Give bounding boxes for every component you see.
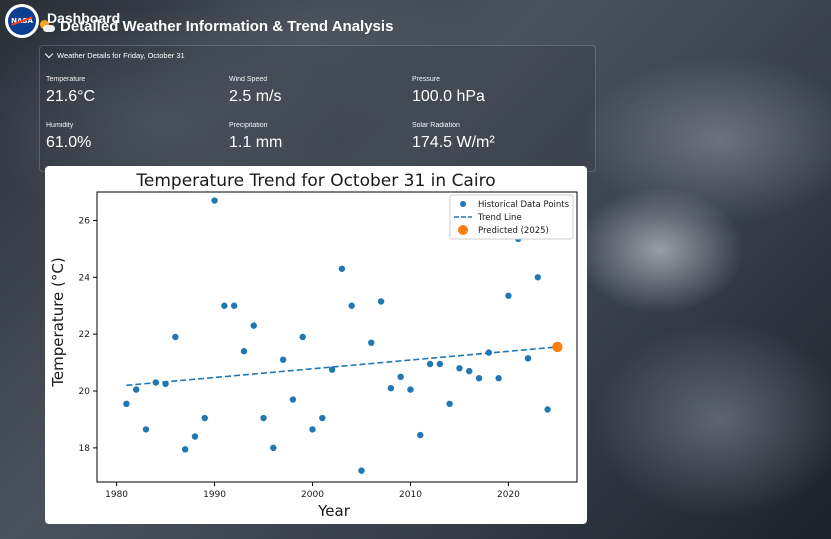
historical-data-point <box>505 292 512 299</box>
page-title: Detailed Weather Information & Trend Ana… <box>40 18 393 35</box>
historical-data-point <box>221 302 228 309</box>
historical-data-point <box>279 356 287 363</box>
y-tick-label: 24 <box>79 273 91 283</box>
metric-value: 61.0% <box>46 134 92 151</box>
historical-data-point <box>211 197 218 204</box>
page-title-text: Detailed Weather Information & Trend Ana… <box>60 18 394 35</box>
temperature-trend-chart: Temperature Trend for October 31 in Cair… <box>45 166 587 524</box>
historical-data-point <box>260 414 267 422</box>
historical-data-point <box>142 426 150 433</box>
metric-value: 1.1 mm <box>229 134 283 151</box>
metric-label: Precipitation <box>229 122 268 129</box>
chart-title: Temperature Trend for October 31 in Cair… <box>135 171 495 191</box>
historical-data-point <box>152 379 159 386</box>
historical-data-point <box>181 446 189 453</box>
nasa-logo-text: NASA <box>8 7 36 35</box>
trend-line <box>126 346 558 387</box>
y-tick-label: 18 <box>79 444 91 454</box>
x-tick-label: 2000 <box>301 490 324 500</box>
historical-data-point <box>191 433 199 440</box>
metric-wind-speed: Wind Speed 2.5 m/s <box>229 76 281 106</box>
historical-data-point <box>132 386 140 393</box>
historical-data-point <box>387 384 395 392</box>
y-axis-label: Temperature (°C) <box>49 257 67 387</box>
metric-label: Wind Speed <box>229 76 268 83</box>
y-tick-label: 22 <box>79 330 90 340</box>
historical-data-point <box>250 322 257 329</box>
metric-label: Solar Radiation <box>412 122 460 129</box>
metric-value: 174.5 W/m² <box>412 134 495 151</box>
historical-data-point <box>240 348 248 355</box>
metric-label: Humidity <box>46 122 74 129</box>
y-tick-label: 26 <box>79 216 91 226</box>
historical-data-point <box>123 400 130 408</box>
historical-data-point <box>299 333 306 341</box>
historical-data-point <box>230 302 238 309</box>
x-axis-label: Year <box>317 502 351 520</box>
historical-data-point <box>270 444 277 452</box>
historical-data-point <box>377 298 385 305</box>
x-tick-label: 2010 <box>399 490 422 500</box>
weather-details-heading: Weather Details for Friday, October 31 <box>57 51 185 60</box>
legend-marker-predicted <box>458 225 468 235</box>
metric-label: Pressure <box>412 76 441 83</box>
metric-precipitation: Precipitation 1.1 mm <box>229 122 282 152</box>
historical-data-point <box>544 406 551 413</box>
partly-cloudy-icon <box>40 19 56 34</box>
historical-data-point <box>397 373 404 381</box>
legend-marker-historical <box>460 201 466 207</box>
metric-temperature: Temperature 21.6°C <box>46 76 95 106</box>
historical-data-point <box>495 375 502 382</box>
predicted-point <box>552 341 563 353</box>
historical-data-point <box>534 274 542 281</box>
historical-data-point <box>172 333 179 341</box>
metric-value: 21.6°C <box>46 88 96 105</box>
historical-data-point <box>456 365 463 372</box>
historical-data-point <box>328 366 336 373</box>
metric-pressure: Pressure 100.0 hPa <box>412 76 485 106</box>
legend-label: Historical Data Points <box>478 200 570 210</box>
y-tick-label: 20 <box>79 387 91 397</box>
historical-data-point <box>407 386 414 393</box>
historical-data-point <box>358 467 365 474</box>
historical-data-point <box>466 367 473 375</box>
chevron-down-icon <box>44 49 54 59</box>
historical-data-point <box>426 360 434 368</box>
legend-label: Predicted (2025) <box>478 226 549 236</box>
metric-humidity: Humidity 61.0% <box>46 122 91 152</box>
historical-data-point <box>309 426 316 433</box>
chart-svg: Temperature Trend for October 31 in Cair… <box>49 171 578 520</box>
historical-data-point <box>436 360 444 368</box>
x-tick-label: 1990 <box>203 490 226 500</box>
historical-data-point <box>201 414 208 422</box>
historical-data-point <box>368 339 375 346</box>
historical-data-point <box>338 265 346 272</box>
metric-solar-radiation: Solar Radiation 174.5 W/m² <box>412 122 495 152</box>
historical-data-point <box>319 414 326 422</box>
x-tick-label: 2020 <box>497 490 520 500</box>
weather-details-toggle[interactable]: Weather Details for Friday, October 31 <box>44 49 185 60</box>
weather-details-expander: Weather Details for Friday, October 31 T… <box>39 45 596 172</box>
x-tick-label: 1980 <box>105 490 128 500</box>
legend-label: Trend Line <box>477 213 522 223</box>
historical-data-point <box>524 355 532 362</box>
historical-data-point <box>485 349 493 356</box>
historical-data-point <box>348 302 355 309</box>
historical-data-point <box>446 400 453 408</box>
historical-data-point <box>162 380 169 388</box>
metric-label: Temperature <box>46 76 86 83</box>
metric-value: 2.5 m/s <box>229 88 282 105</box>
historical-data-point <box>475 375 483 382</box>
historical-data-point <box>289 396 297 403</box>
historical-data-point <box>417 431 424 439</box>
metric-value: 100.0 hPa <box>412 88 485 105</box>
nasa-logo: NASA <box>5 4 39 38</box>
